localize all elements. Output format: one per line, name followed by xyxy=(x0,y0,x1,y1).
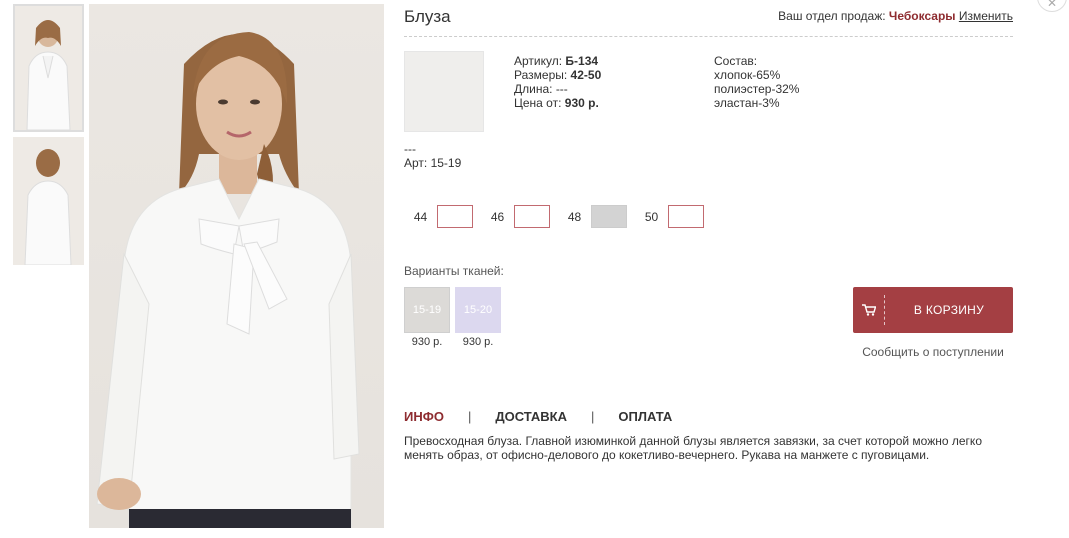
product-title: Блуза xyxy=(404,7,451,26)
size-44-quantity-input[interactable] xyxy=(437,205,473,228)
product-specs: Артикул: Б-134 Размеры: 42-50 Длина: ---… xyxy=(514,54,601,110)
fabric-variant[interactable]: 15-19 930 р. xyxy=(404,287,450,348)
notify-on-arrival-link[interactable]: Сообщить о поступлении xyxy=(853,345,1013,359)
fabric-swatch: 15-19 xyxy=(404,287,450,333)
tab-delivery[interactable]: ДОСТАВКА xyxy=(495,409,567,424)
price-value: 930 р. xyxy=(564,96,599,110)
product-description: Превосходная блуза. Главной изюминкой да… xyxy=(404,434,982,462)
size-label: 46 xyxy=(490,209,505,224)
sku-value: Б-134 xyxy=(565,54,599,68)
sales-department: Ваш отдел продаж: Чебоксары Изменить xyxy=(778,9,1013,23)
composition-item: эластан-3% xyxy=(714,96,780,110)
fabric-swatch: 15-20 xyxy=(455,287,501,333)
sku-row: Артикул: Б-134 xyxy=(514,54,601,68)
article-code: Арт: 15-19 xyxy=(404,156,462,170)
tab-separator: | xyxy=(467,409,472,424)
composition-item: полиэстер-32% xyxy=(714,82,800,96)
size-label: 50 xyxy=(644,209,659,224)
cart-icon xyxy=(853,295,885,325)
composition-title: Состав: xyxy=(714,54,758,68)
model-back-thumbnail-image xyxy=(13,137,84,265)
size-label: 44 xyxy=(413,209,428,224)
thumbnail-back[interactable] xyxy=(13,137,84,265)
size-selector: 44 46 48 50 xyxy=(404,205,712,228)
header-divider xyxy=(404,36,1013,37)
variant-dash: --- xyxy=(404,142,416,156)
size-label: 48 xyxy=(567,209,582,224)
main-product-photo[interactable] xyxy=(89,4,384,528)
size-50-quantity-input[interactable] xyxy=(668,205,704,228)
composition-item: хлопок-65% xyxy=(714,68,781,82)
fabric-price: 930 р. xyxy=(411,336,443,348)
fabric-swatch-preview xyxy=(404,51,484,132)
close-icon: ✕ xyxy=(1046,0,1058,10)
price-row: Цена от: 930 р. xyxy=(514,96,601,110)
size-46-quantity-input[interactable] xyxy=(514,205,550,228)
close-button[interactable]: ✕ xyxy=(1037,0,1067,12)
change-city-link[interactable]: Изменить xyxy=(959,9,1013,23)
thumbnail-front[interactable] xyxy=(13,4,84,132)
sales-department-label: Ваш отдел продаж: xyxy=(778,9,886,23)
size-48-quantity-input-disabled xyxy=(591,205,627,228)
model-photo-image xyxy=(89,4,384,528)
fabric-variants: 15-19 930 р. 15-20 930 р. xyxy=(404,287,506,348)
sales-city: Чебоксары xyxy=(888,9,956,23)
add-to-cart-label: В КОРЗИНУ xyxy=(913,303,985,317)
sizes-label: Размеры: xyxy=(514,68,568,82)
composition: Состав: хлопок-65% полиэстер-32% эластан… xyxy=(714,54,799,110)
length-value: --- xyxy=(555,82,568,96)
thumbnail-list xyxy=(13,4,84,270)
length-row: Длина: --- xyxy=(514,82,601,96)
fabric-price: 930 р. xyxy=(462,336,494,348)
sku-label: Артикул: xyxy=(514,54,563,68)
sizes-value: 42-50 xyxy=(570,68,602,82)
price-label: Цена от: xyxy=(514,96,562,110)
tab-payment[interactable]: ОПЛАТА xyxy=(618,409,672,424)
info-tabs: ИНФО | ДОСТАВКА | ОПЛАТА xyxy=(404,409,672,424)
sizes-row: Размеры: 42-50 xyxy=(514,68,601,82)
length-label: Длина: xyxy=(514,82,553,96)
fabric-variant[interactable]: 15-20 930 р. xyxy=(455,287,501,348)
add-to-cart-button[interactable]: В КОРЗИНУ xyxy=(853,287,1013,333)
fabric-variants-title: Варианты тканей: xyxy=(404,264,504,278)
tab-separator: | xyxy=(591,409,595,424)
model-front-thumbnail-image xyxy=(15,6,82,130)
tab-info[interactable]: ИНФО xyxy=(404,409,444,424)
